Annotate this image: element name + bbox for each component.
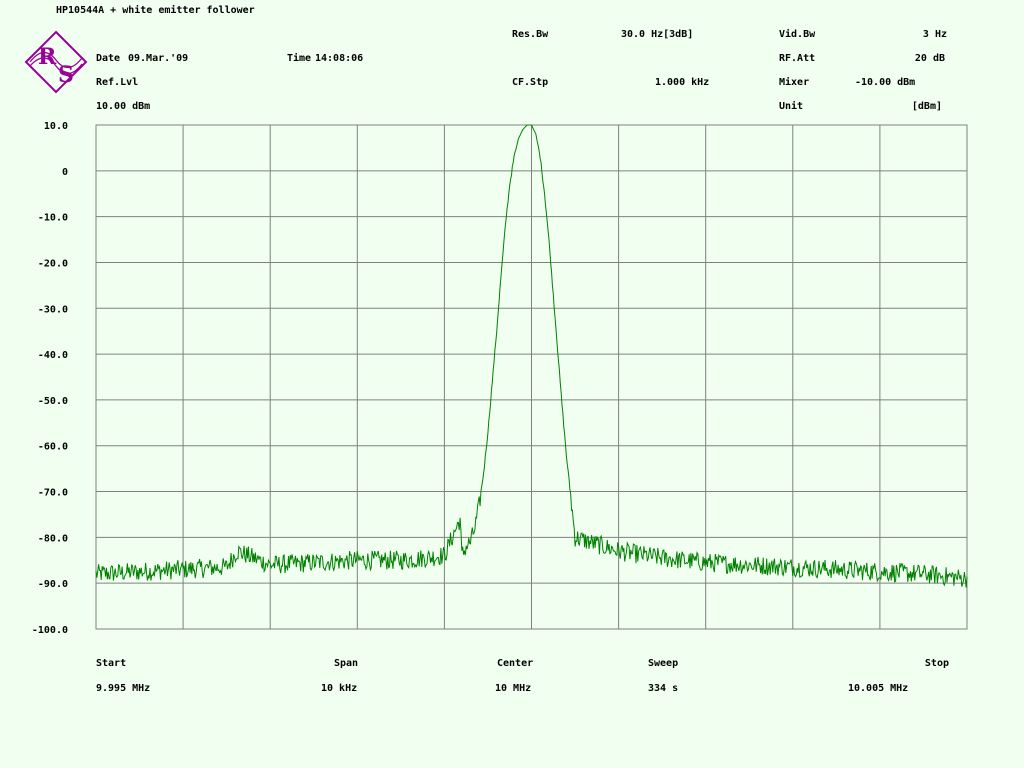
spectrum-plot: 10.0 0 -10.0 -20.0 -30.0 -40.0 -50.0 -60.0 -70.0…	[32, 121, 968, 636]
y-tick-label: 0	[62, 167, 68, 178]
sweep-label: Sweep	[648, 658, 679, 669]
stop-value: 10.005 MHz	[848, 683, 909, 694]
center-value: 10 MHz	[495, 683, 532, 694]
y-tick-label: -20.0	[38, 258, 68, 269]
span-value: 10 kHz	[321, 683, 358, 694]
y-tick-label: -50.0	[38, 396, 68, 407]
y-tick-label: -40.0	[38, 350, 68, 361]
span-label: Span	[334, 658, 359, 669]
y-tick-label: -10.0	[38, 213, 68, 224]
start-value: 9.995 MHz	[96, 683, 151, 694]
y-tick-labels: 10.0 0 -10.0 -20.0 -30.0 -40.0 -50.0 -60.0 -70.0…	[32, 121, 68, 636]
y-tick-label: 10.0	[44, 121, 68, 132]
stop-label: Stop	[924, 658, 949, 669]
y-tick-label: -60.0	[38, 442, 68, 453]
center-label: Center	[497, 658, 534, 669]
y-tick-label: -100.0	[32, 625, 68, 636]
start-label: Start	[96, 658, 127, 669]
spectrum-analyzer-screen: { "header": { "title": "HP10544A + white…	[0, 0, 1024, 768]
y-tick-label: -30.0	[38, 304, 68, 315]
plot-grid	[95, 124, 968, 630]
y-tick-label: -90.0	[38, 579, 68, 590]
y-tick-label: -80.0	[38, 533, 68, 544]
sweep-value: 334 s	[648, 683, 679, 694]
y-tick-label: -70.0	[38, 488, 68, 499]
